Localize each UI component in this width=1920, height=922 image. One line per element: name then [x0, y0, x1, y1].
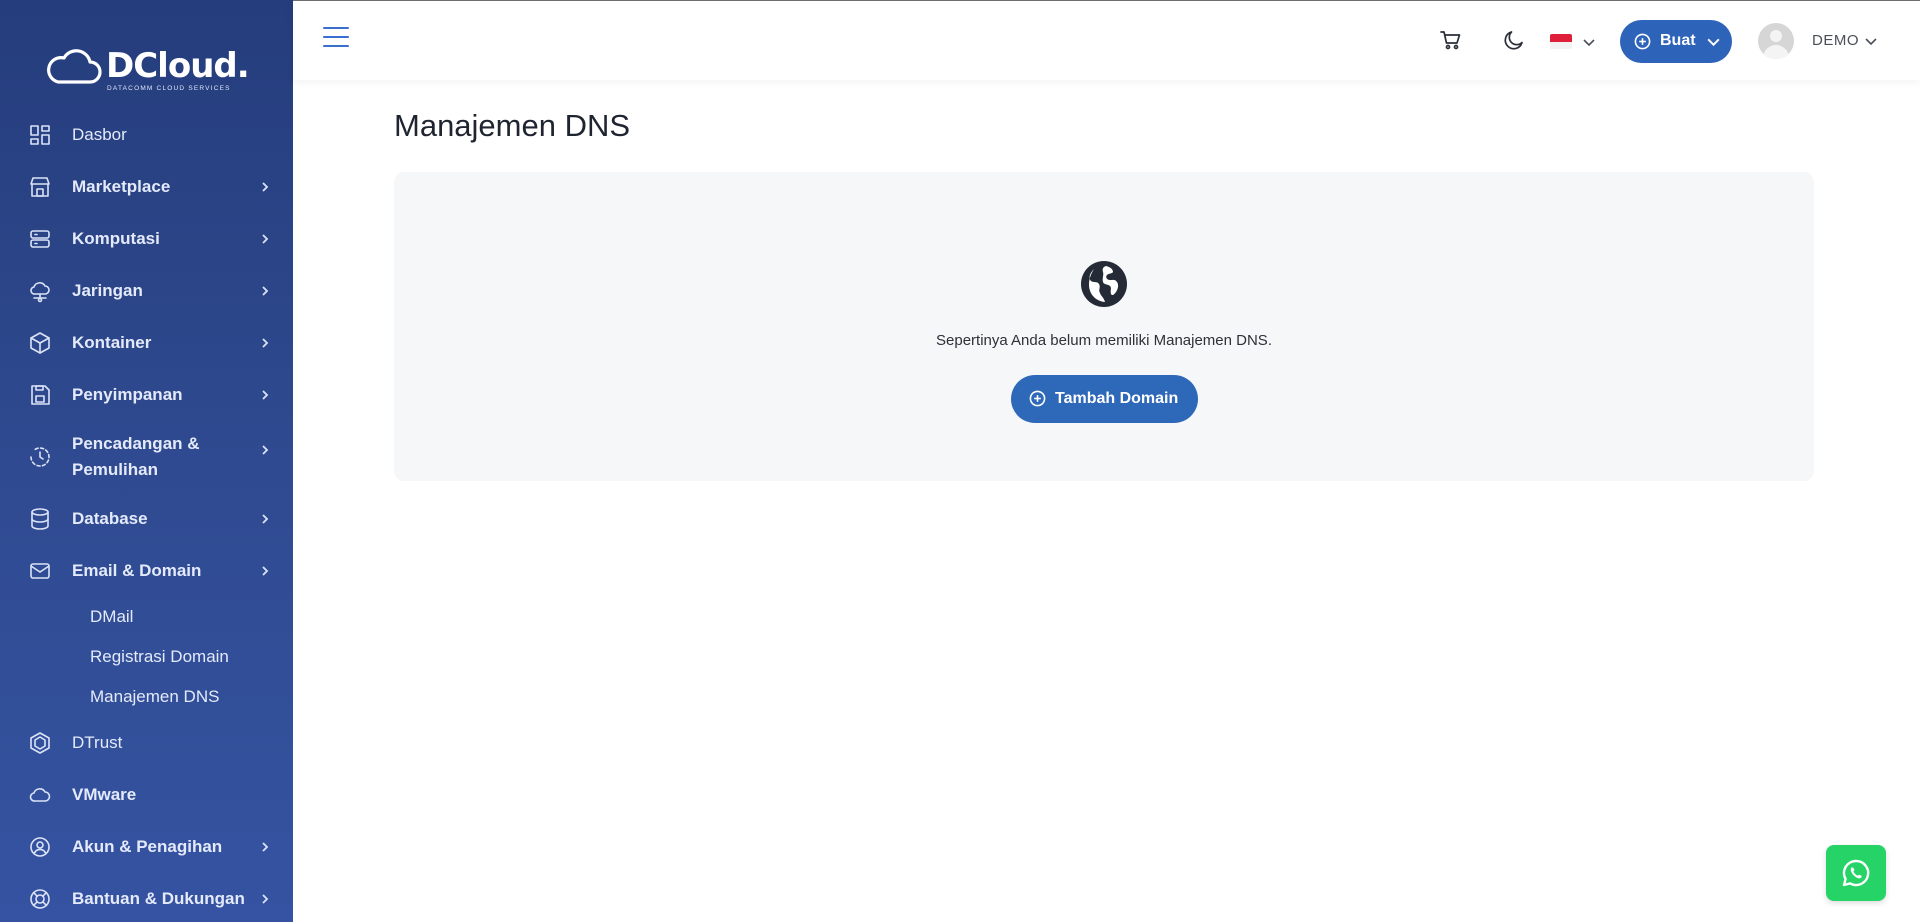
sidebar-subitem-label: Registrasi Domain [90, 647, 229, 666]
sidebar-item-kontainer[interactable]: Kontainer [0, 317, 293, 369]
globe-icon [1081, 261, 1127, 307]
sidebar-item-penyimpanan[interactable]: Penyimpanan [0, 369, 293, 421]
floppy-icon [27, 382, 53, 408]
mail-icon [27, 558, 53, 584]
empty-state-message: Sepertinya Anda belum memiliki Manajemen… [936, 332, 1272, 349]
sidebar-item-label: Dasbor [72, 125, 127, 144]
cube-icon [27, 330, 53, 356]
sidebar: DCloud. DATACOMM CLOUD SERVICES Dasbor M… [0, 0, 293, 922]
hexagon-shield-icon [27, 730, 53, 756]
whatsapp-icon [1842, 859, 1870, 887]
sidebar-item-komputasi[interactable]: Komputasi [0, 213, 293, 265]
sidebar-item-email-domain[interactable]: Email & Domain [0, 545, 293, 597]
sidebar-subitem-manajemen-dns[interactable]: Manajemen DNS [0, 677, 293, 717]
top-bar: Buat DEMO [293, 0, 1920, 80]
user-circle-icon [27, 834, 53, 860]
sidebar-item-label: Email & Domain [72, 561, 202, 580]
avatar[interactable] [1758, 23, 1794, 59]
plus-circle-icon [1634, 33, 1651, 50]
sidebar-item-dtrust[interactable]: DTrust [0, 717, 293, 769]
chevron-right-icon [258, 336, 272, 350]
empty-state-card: Sepertinya Anda belum memiliki Manajemen… [394, 172, 1814, 481]
sidebar-item-label: Penyimpanan [72, 385, 183, 404]
sidebar-subitem-dmail[interactable]: DMail [0, 597, 293, 637]
sidebar-item-label: Bantuan & Dukungan [72, 889, 245, 908]
cloud-network-icon [27, 278, 53, 304]
username[interactable]: DEMO [1812, 32, 1859, 49]
cloud-logo-icon [47, 49, 102, 84]
chevron-right-icon [258, 232, 272, 246]
sidebar-item-label: Akun & Penagihan [72, 837, 223, 856]
sidebar-item-label: Database [72, 509, 148, 528]
chevron-down-icon [1706, 34, 1721, 54]
chevron-down-icon [1582, 35, 1596, 54]
backup-clock-icon [27, 444, 53, 470]
store-icon [27, 174, 53, 200]
whatsapp-chat-button[interactable] [1826, 845, 1886, 901]
chevron-down-icon[interactable] [1864, 34, 1878, 53]
sidebar-item-label: DTrust [72, 733, 123, 752]
database-icon [27, 506, 53, 532]
sidebar-item-label: Kontainer [72, 333, 152, 352]
sidebar-item-akun-penagihan[interactable]: Akun & Penagihan [0, 821, 293, 873]
server-icon [27, 226, 53, 252]
sidebar-item-pencadangan[interactable]: Pencadangan & Pemulihan [0, 421, 293, 493]
brand-tagline: DATACOMM CLOUD SERVICES [107, 85, 231, 92]
moon-icon[interactable] [1502, 28, 1528, 54]
plus-circle-icon [1029, 390, 1046, 412]
add-domain-button[interactable]: Tambah Domain [1011, 375, 1198, 423]
sidebar-item-label: Pencadangan & Pemulihan [72, 434, 200, 479]
menu-toggle-icon[interactable] [323, 27, 349, 49]
page-title: Manajemen DNS [394, 108, 631, 143]
sidebar-item-vmware[interactable]: VMware [0, 769, 293, 821]
chevron-right-icon [258, 564, 272, 578]
indonesia-flag-icon [1550, 34, 1572, 49]
add-domain-button-label: Tambah Domain [1055, 390, 1179, 407]
sidebar-item-label: Jaringan [72, 281, 143, 300]
cart-icon[interactable] [1439, 28, 1465, 54]
sidebar-item-jaringan[interactable]: Jaringan [0, 265, 293, 317]
sidebar-item-marketplace[interactable]: Marketplace [0, 161, 293, 213]
chevron-right-icon [258, 892, 272, 906]
chevron-right-icon [258, 443, 272, 457]
sidebar-item-database[interactable]: Database [0, 493, 293, 545]
sidebar-item-dasbor[interactable]: Dasbor [0, 109, 293, 161]
sidebar-item-bantuan-dukungan[interactable]: Bantuan & Dukungan [0, 873, 293, 922]
sidebar-nav: Dasbor Marketplace Komputasi Jaringan Ko… [0, 109, 293, 922]
chevron-right-icon [258, 388, 272, 402]
cloud-icon [27, 782, 53, 808]
sidebar-item-label: VMware [72, 785, 137, 804]
lifebuoy-icon [27, 886, 53, 912]
chevron-right-icon [258, 512, 272, 526]
sidebar-subitem-registrasi-domain[interactable]: Registrasi Domain [0, 637, 293, 677]
language-selector[interactable] [1550, 31, 1602, 53]
create-button[interactable]: Buat [1620, 20, 1732, 63]
dcloud-logo[interactable]: DCloud. DATACOMM CLOUD SERVICES [44, 44, 254, 96]
sidebar-subitem-label: DMail [90, 607, 134, 626]
sidebar-item-label: Komputasi [72, 229, 160, 248]
chevron-right-icon [258, 180, 272, 194]
grid-icon [27, 122, 53, 148]
chevron-right-icon [258, 840, 272, 854]
sidebar-item-label: Marketplace [72, 177, 171, 196]
brand-name: DCloud. [106, 46, 250, 86]
chevron-right-icon [258, 284, 272, 298]
create-button-label: Buat [1660, 32, 1696, 49]
sidebar-subitem-label: Manajemen DNS [90, 687, 220, 706]
